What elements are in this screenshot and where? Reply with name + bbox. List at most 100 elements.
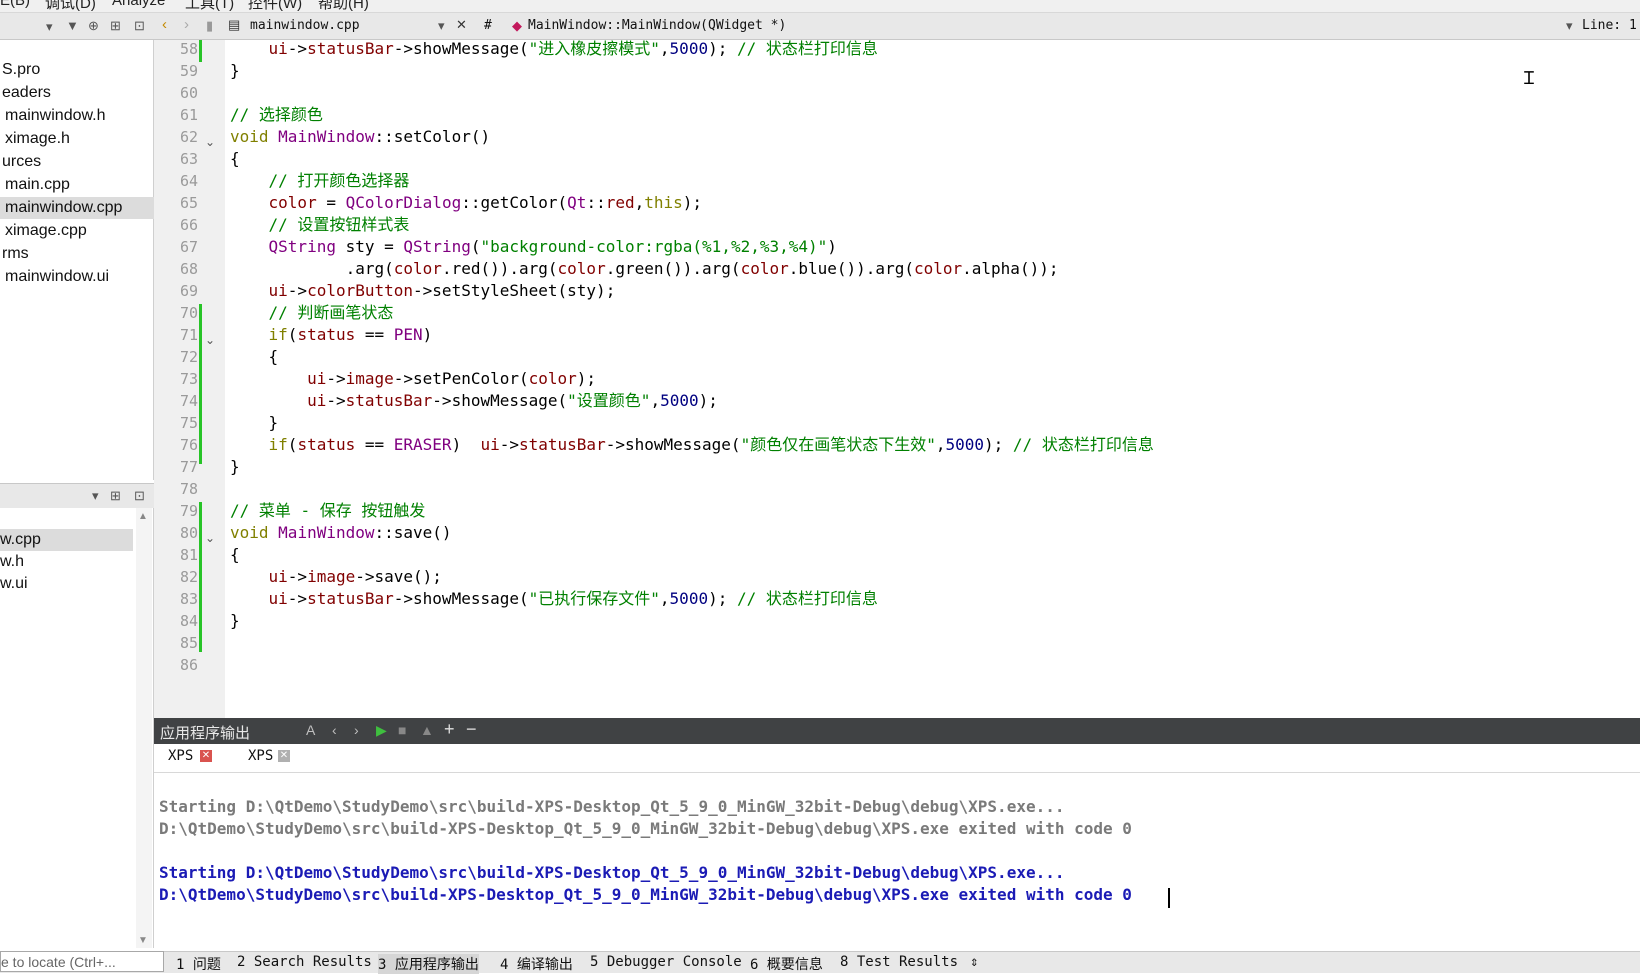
menu-item-analyze[interactable]: Analyze [112, 0, 165, 9]
panel-switch-icon[interactable]: ⇕ [970, 954, 978, 970]
close-icon[interactable]: ✕ [200, 750, 212, 762]
menu-item-tools[interactable]: 工具(T) [185, 0, 234, 12]
split-icon[interactable]: ⊞ [110, 489, 121, 503]
font-size-icon[interactable]: A [306, 722, 315, 738]
close-document-icon[interactable]: ✕ [456, 18, 467, 32]
line-number: 58 [179, 40, 198, 58]
editor-toolbar: ‹ › ▮ ▤ mainwindow.cpp ▾ ✕ # ◆ MainWindo… [154, 13, 1640, 40]
forward-arrow-icon[interactable]: › [184, 17, 189, 32]
zoom-out-icon[interactable]: − [466, 719, 477, 740]
bottom-tab[interactable]: 6 概要信息 [750, 954, 823, 974]
file-icon: ▤ [228, 17, 241, 32]
link-icon[interactable]: ⊕ [88, 19, 99, 33]
line-number: 61 [179, 106, 198, 124]
bottom-tab[interactable]: 1 问题 [176, 954, 221, 974]
line-number: 64 [179, 172, 198, 190]
line-number: 72 [179, 348, 198, 366]
code-line: } [230, 457, 240, 476]
symbol-selector[interactable]: MainWindow::MainWindow(QWidget *) [528, 18, 786, 33]
fold-chevron-icon[interactable]: ⌄ [205, 527, 215, 549]
scrollbar[interactable]: ▲ ▼ [136, 508, 152, 948]
close-icon[interactable]: ✕ [278, 750, 290, 762]
code-line: ui->statusBar->showMessage("进入橡皮擦模式",500… [268, 39, 878, 58]
line-number: 81 [179, 546, 198, 564]
lock-icon: ▮ [206, 18, 214, 33]
bottom-tab[interactable]: 2 Search Results [237, 954, 372, 970]
chevron-down-icon[interactable]: ▾ [92, 489, 99, 503]
project-tree-item[interactable]: mainwindow.h [0, 105, 158, 127]
output-line: D:\QtDemo\StudyDemo\src\build-XPS-Deskto… [159, 885, 1132, 904]
back-arrow-icon[interactable]: ‹ [162, 17, 167, 32]
scroll-up-icon[interactable]: ▲ [138, 510, 148, 524]
line-number: 63 [179, 150, 198, 168]
code-line: // 选择颜色 [230, 105, 323, 124]
bottom-tab[interactable]: 3 应用程序输出 [378, 954, 479, 974]
project-tree-item[interactable]: mainwindow.ui [0, 266, 158, 288]
chevron-down-icon[interactable]: ▾ [1566, 19, 1573, 33]
project-tree-item[interactable]: ximage.cpp [0, 220, 158, 242]
open-documents-list: w.cpp w.h w.ui [0, 508, 154, 948]
chevron-down-icon[interactable]: ▾ [46, 20, 53, 34]
project-tree-item[interactable]: eaders [0, 82, 155, 104]
open-document-item[interactable]: w.cpp [0, 529, 133, 551]
code-line: ui->image->save(); [268, 567, 442, 586]
fold-chevron-icon[interactable]: ⌄ [205, 329, 215, 351]
code-line: void MainWindow::save() [230, 523, 452, 542]
line-number: 76 [179, 436, 198, 454]
chevron-down-icon[interactable]: ▾ [438, 19, 445, 33]
code-line: ui->colorButton->setStyleSheet(sty); [268, 281, 616, 300]
change-marker [199, 304, 202, 464]
output-tab-xps-2[interactable]: XPS [248, 748, 273, 764]
output-tab-xps-1[interactable]: XPS [168, 748, 193, 764]
project-tree-item[interactable]: urces [0, 151, 155, 173]
mouse-ibeam-cursor-icon: Ɪ [1524, 68, 1535, 88]
project-tree-item[interactable]: mainwindow.cpp [0, 197, 158, 219]
line-number: 85 [179, 634, 198, 652]
stop-icon[interactable]: ■ [398, 722, 406, 738]
bottom-tab[interactable]: 5 Debugger Console [590, 954, 742, 970]
previous-icon[interactable]: ‹ [332, 722, 337, 738]
project-tree-item[interactable]: S.pro [0, 59, 155, 81]
line-indicator[interactable]: Line: 1 [1582, 18, 1637, 33]
locator-input[interactable]: e to locate (Ctrl+... [0, 951, 164, 972]
project-tree-item[interactable]: rms [0, 243, 155, 265]
run-icon[interactable]: ▶ [376, 722, 387, 739]
menu-item-help[interactable]: 帮助(H) [318, 0, 369, 12]
code-line: // 菜单 - 保存 按钮触发 [230, 501, 426, 520]
next-icon[interactable]: › [354, 722, 359, 738]
open-document-item[interactable]: w.ui [0, 573, 133, 595]
line-number: 59 [179, 62, 198, 80]
split-icon[interactable]: ⊞ [110, 19, 121, 33]
current-file-selector[interactable]: mainwindow.cpp [250, 18, 360, 33]
menu-item-edit[interactable]: E(B) [0, 0, 30, 9]
line-number: 62 [179, 128, 198, 146]
close-pane-icon[interactable]: ⊡ [134, 19, 145, 33]
line-number: 67 [179, 238, 198, 256]
menu-item-widgets[interactable]: 控件(W) [248, 0, 302, 12]
bottom-tab[interactable]: 4 编译输出 [500, 954, 573, 974]
project-tree-item[interactable]: ximage.h [0, 128, 158, 150]
menu-item-debug[interactable]: 调试(D) [45, 0, 96, 12]
project-tree-item[interactable]: main.cpp [0, 174, 158, 196]
change-marker [199, 502, 202, 652]
open-documents-toolbar: ▾ ⊞ ⊡ [0, 483, 154, 509]
fold-chevron-icon[interactable]: ⌄ [205, 131, 215, 153]
attach-debugger-icon[interactable]: ▲ [420, 722, 434, 738]
code-line: ui->statusBar->showMessage("设置颜色",5000); [307, 391, 718, 410]
bottom-tab[interactable]: 8 Test Results [840, 954, 958, 970]
code-line: ui->image->setPenColor(color); [307, 369, 597, 388]
zoom-in-icon[interactable]: + [444, 719, 455, 740]
filter-icon[interactable]: ▼ [66, 19, 79, 33]
code-line: { [230, 149, 240, 168]
code-line: QString sty = QString("background-color:… [268, 237, 837, 256]
code-line: // 判断画笔状态 [268, 303, 394, 322]
line-number: 86 [179, 656, 198, 674]
symbol-method-icon: ◆ [512, 18, 522, 33]
line-number: 70 [179, 304, 198, 322]
line-number: 79 [179, 502, 198, 520]
scroll-down-icon[interactable]: ▼ [138, 934, 148, 948]
line-number: 78 [179, 480, 198, 498]
close-pane-icon[interactable]: ⊡ [134, 489, 145, 503]
open-document-item[interactable]: w.h [0, 551, 133, 573]
code-line: // 打开颜色选择器 [268, 171, 410, 190]
